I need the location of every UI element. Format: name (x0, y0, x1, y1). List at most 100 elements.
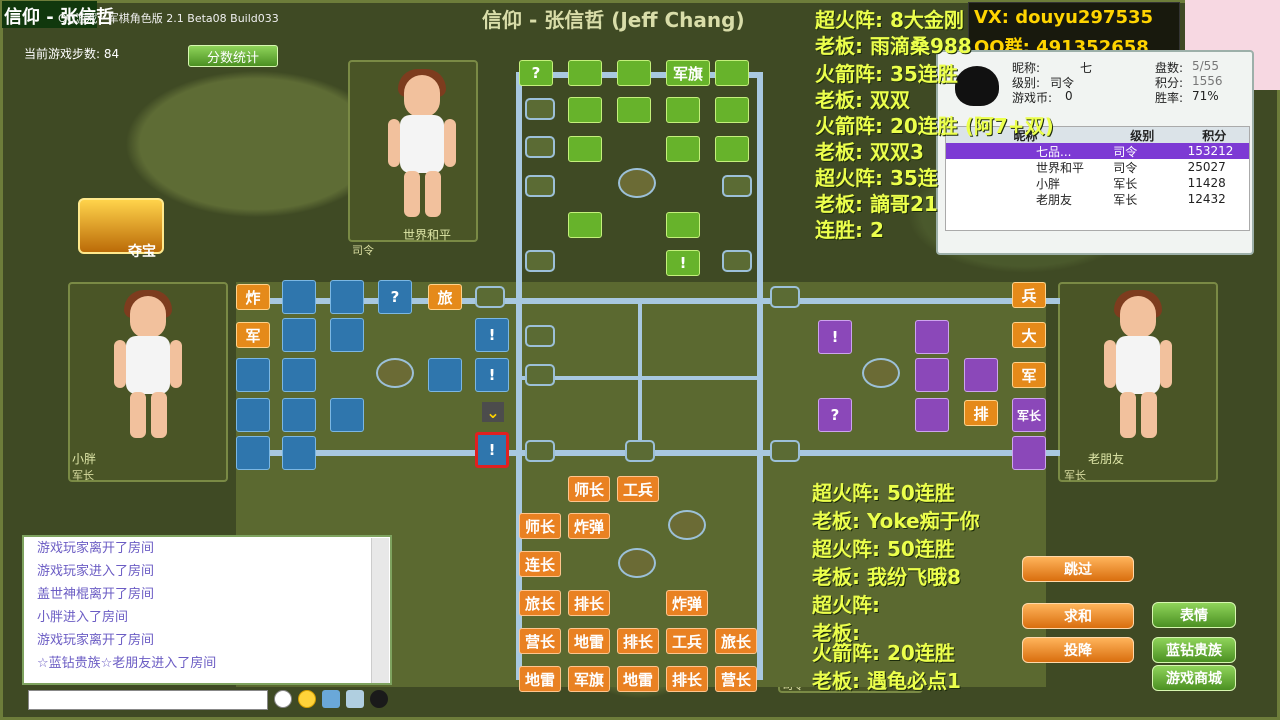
chat-log[interactable]: 游戏玩家离开了房间 游戏玩家进入了房间 盖世神棍离开了房间 小胖进入了房间 游戏… (22, 535, 392, 685)
blue-piece[interactable] (282, 398, 316, 432)
purple-piece-big[interactable]: 大 (1012, 322, 1046, 348)
green-piece[interactable] (568, 97, 602, 123)
orange-piece-engineer[interactable]: 工兵 (617, 476, 659, 502)
blue-piece[interactable] (282, 436, 316, 470)
blue-piece[interactable] (330, 280, 364, 314)
camp-node (618, 548, 656, 578)
orange-piece-bomb[interactable]: 炸弹 (666, 590, 708, 616)
green-piece[interactable] (666, 97, 700, 123)
board-road (520, 376, 760, 380)
board-station (722, 175, 752, 197)
blue-piece[interactable] (330, 318, 364, 352)
orange-piece-platoon[interactable]: 排长 (568, 590, 610, 616)
orange-piece-company[interactable]: 连长 (519, 551, 561, 577)
orange-piece-division[interactable]: 师长 (519, 513, 561, 539)
purple-piece[interactable] (915, 358, 949, 392)
green-piece[interactable] (568, 212, 602, 238)
vx-contact: VX: douyu297535 (974, 7, 1154, 28)
blue-piece-bomb[interactable]: 炸 (236, 284, 270, 310)
selected-blue-piece-alert[interactable]: ! (475, 432, 509, 468)
purple-piece-soldier[interactable]: 兵 (1012, 282, 1046, 308)
orange-piece-mine[interactable]: 地雷 (519, 666, 561, 692)
purple-piece[interactable] (964, 358, 998, 392)
purple-piece[interactable] (915, 320, 949, 354)
emoji-icon[interactable] (298, 690, 316, 708)
chat-bubble-icon[interactable] (274, 690, 292, 708)
green-piece[interactable] (666, 212, 700, 238)
sound-icon[interactable] (322, 690, 340, 708)
center-title: 信仰 - 张信哲 (Jeff Chang) (482, 8, 745, 32)
green-piece-unknown[interactable]: ? (519, 60, 553, 86)
purple-piece-platoon[interactable]: 排 (964, 400, 998, 426)
blue-piece-alert[interactable]: ! (475, 358, 509, 392)
orange-piece-mine[interactable]: 地雷 (568, 628, 610, 654)
orange-piece-bomb[interactable]: 炸弹 (568, 513, 610, 539)
top-player-name: 世界和平 (403, 228, 452, 242)
row-name-3: 小胖 (1036, 176, 1061, 191)
green-piece[interactable] (715, 97, 749, 123)
announcement-line: 老板: 謫哥21 (815, 192, 938, 216)
right-player-avatar (1098, 290, 1178, 446)
green-piece[interactable] (715, 136, 749, 162)
orange-piece-battalion[interactable]: 营长 (519, 628, 561, 654)
player-table-row[interactable]: 世界和平 司令 25027 (946, 159, 1249, 175)
purple-piece[interactable] (915, 398, 949, 432)
player-table-row[interactable]: 七品... 司令 153212 (946, 143, 1249, 159)
green-piece[interactable] (617, 97, 651, 123)
chat-input[interactable] (28, 690, 268, 710)
right-player-name: 老朋友 (1088, 452, 1125, 466)
green-piece[interactable] (568, 60, 602, 86)
draw-button[interactable]: 求和 (1022, 603, 1134, 629)
row-name-2: 世界和平 (1036, 160, 1085, 175)
green-piece[interactable] (666, 136, 700, 162)
orange-piece-flag[interactable]: 军旗 (568, 666, 610, 692)
skip-button[interactable]: 跳过 (1022, 556, 1134, 582)
green-piece-flag[interactable]: 军旗 (666, 60, 710, 86)
purple-piece[interactable] (1012, 436, 1046, 470)
orange-piece-platoon[interactable]: 排长 (666, 666, 708, 692)
window-title: QQ游戏 · 军棋角色版 2.1 Beta08 Build033 (58, 12, 279, 25)
orange-piece-division[interactable]: 师长 (568, 476, 610, 502)
purple-piece-unknown[interactable]: ? (818, 398, 852, 432)
blue-piece-brigade[interactable]: 旅 (428, 284, 462, 310)
header-score: 积分 (1202, 128, 1227, 143)
blue-piece-unknown[interactable]: ? (378, 280, 412, 314)
player-table-row[interactable]: 老朋友 军长 12432 (946, 191, 1249, 207)
chat-message: 游戏玩家离开了房间 (37, 541, 155, 556)
purple-piece-army[interactable]: 军 (1012, 362, 1046, 388)
green-piece[interactable] (568, 136, 602, 162)
row-name-1: 七品... (1036, 144, 1072, 159)
camp-node (618, 168, 656, 198)
orange-piece-platoon[interactable]: 排长 (617, 628, 659, 654)
score-stats-button[interactable]: 分数统计 (188, 45, 278, 67)
blue-piece-alert[interactable]: ! (475, 318, 509, 352)
blue-piece[interactable] (236, 358, 270, 392)
blue-piece[interactable] (236, 398, 270, 432)
blue-piece[interactable] (282, 280, 316, 314)
game-store-button[interactable]: 游戏商城 (1152, 665, 1236, 691)
qq-icon[interactable] (370, 690, 388, 708)
blue-diamond-button[interactable]: 蓝钻贵族 (1152, 637, 1236, 663)
green-piece[interactable] (715, 60, 749, 86)
step-counter: 当前游戏步数: 84 (24, 47, 120, 61)
blue-piece[interactable] (428, 358, 462, 392)
orange-piece-mine[interactable]: 地雷 (617, 666, 659, 692)
blue-piece[interactable] (330, 398, 364, 432)
emoji-button[interactable]: 表情 (1152, 602, 1236, 628)
orange-piece-engineer[interactable]: 工兵 (666, 628, 708, 654)
blue-piece[interactable] (282, 318, 316, 352)
surrender-button[interactable]: 投降 (1022, 637, 1134, 663)
blue-piece[interactable] (236, 436, 270, 470)
blue-piece[interactable] (282, 358, 316, 392)
player-table-row[interactable]: 小胖 军长 11428 (946, 175, 1249, 191)
green-piece-alert[interactable]: ! (666, 250, 700, 276)
purple-piece-corps-commander[interactable]: 军长 (1012, 398, 1046, 432)
settings-icon[interactable] (346, 690, 364, 708)
chat-scrollbar[interactable] (371, 538, 389, 683)
blue-piece-army[interactable]: 军 (236, 322, 270, 348)
green-piece[interactable] (617, 60, 651, 86)
orange-piece-brigade[interactable]: 旅长 (715, 628, 757, 654)
orange-piece-brigade[interactable]: 旅长 (519, 590, 561, 616)
purple-piece-alert[interactable]: ! (818, 320, 852, 354)
orange-piece-battalion[interactable]: 营长 (715, 666, 757, 692)
